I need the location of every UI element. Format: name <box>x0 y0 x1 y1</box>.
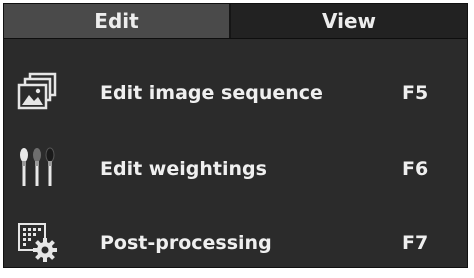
menu-item-edit-weightings[interactable]: Edit weightings F6 <box>4 134 467 204</box>
menu-item-edit-image-sequence[interactable]: Edit image sequence F5 <box>4 58 467 128</box>
menu-item-label: Post-processing <box>100 232 272 254</box>
shortcut-label: F5 <box>402 82 429 104</box>
menu-item-label: Edit weightings <box>100 158 267 180</box>
menu-window: Edit View Edit image sequence F5 Edit we… <box>3 3 468 268</box>
menu-item-post-processing[interactable]: Post-processing F7 <box>4 208 467 278</box>
shortcut-label: F6 <box>402 158 429 180</box>
edit-menu-dropdown: Edit image sequence F5 Edit weightings F <box>4 38 467 267</box>
image-stack-icon <box>16 71 58 113</box>
tab-edit[interactable]: Edit <box>4 4 231 38</box>
brushes-icon <box>16 147 58 189</box>
tab-view[interactable]: View <box>231 4 467 38</box>
shortcut-label: F7 <box>402 232 429 254</box>
menubar: Edit View <box>4 4 467 39</box>
grid-gear-icon <box>16 221 58 263</box>
menu-item-label: Edit image sequence <box>100 82 323 104</box>
